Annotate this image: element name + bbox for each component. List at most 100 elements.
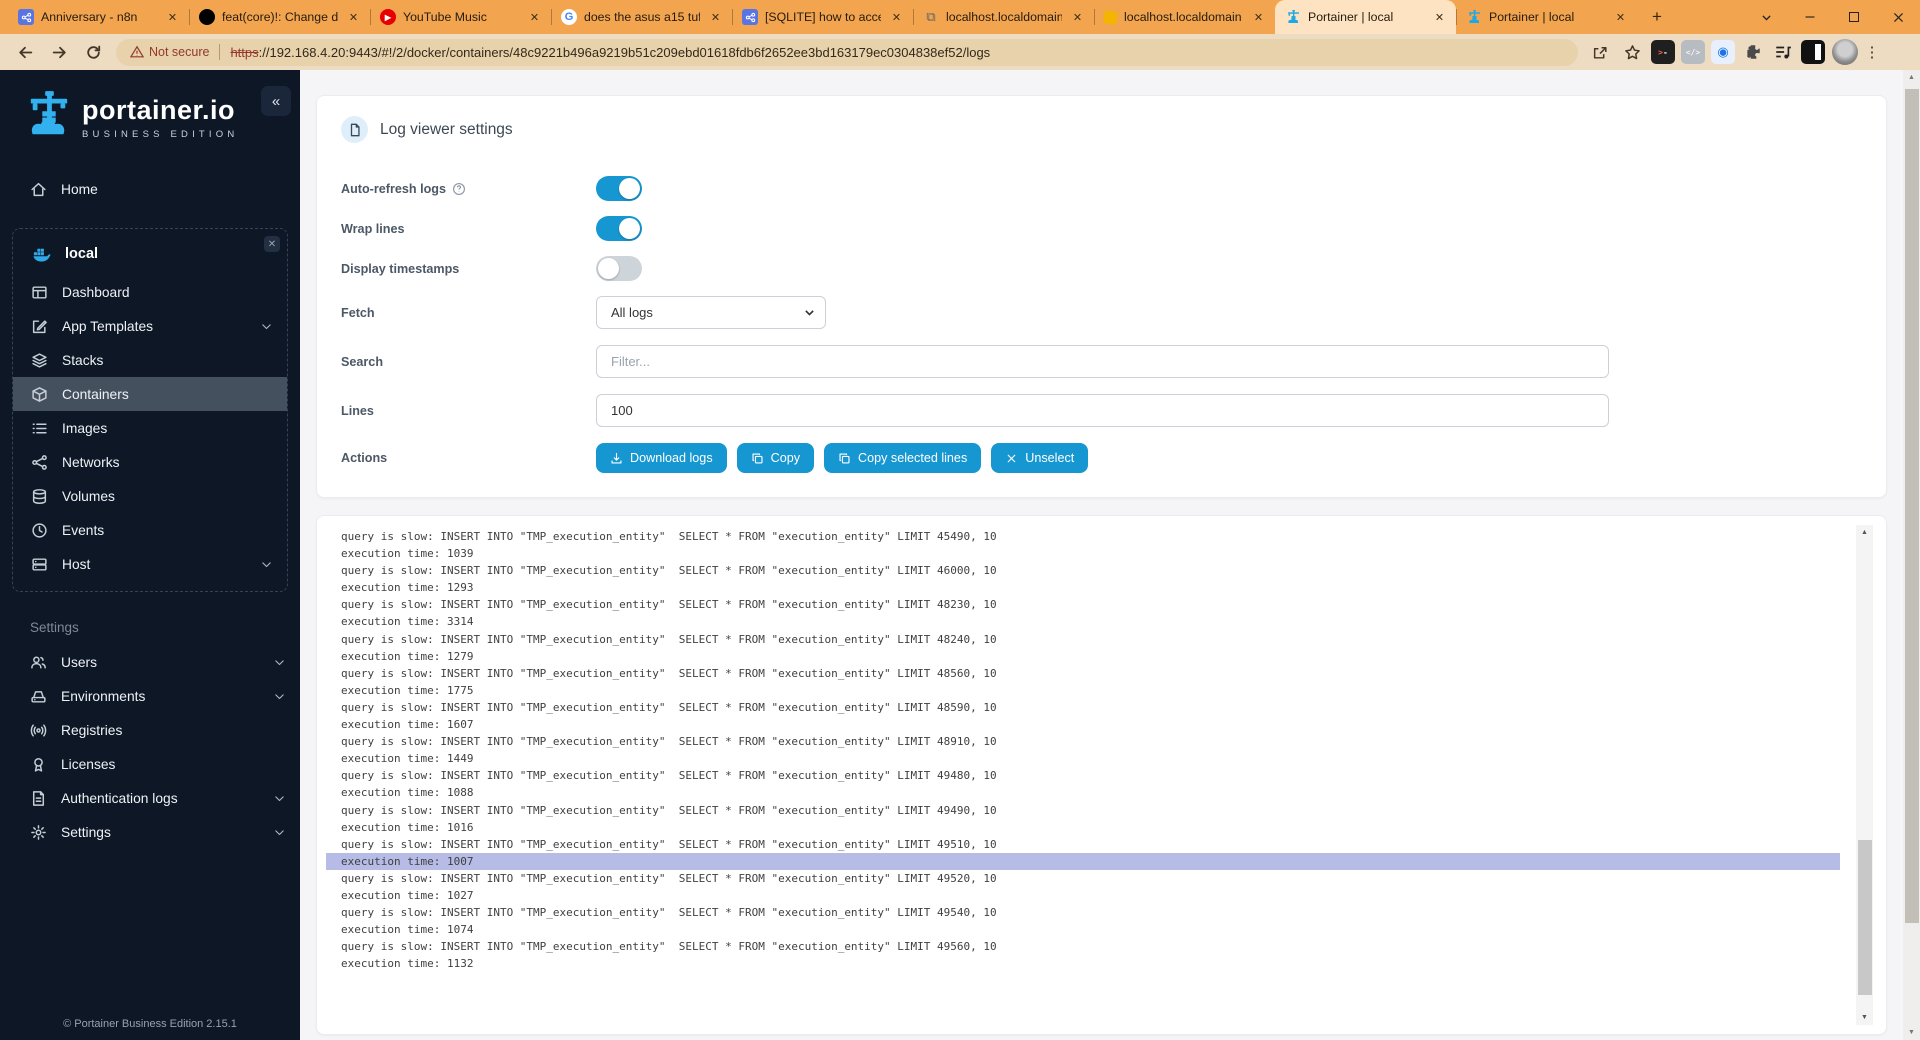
log-scrollbar[interactable]: ▲ ▼: [1856, 525, 1873, 1025]
sidebar-item-events[interactable]: Events: [13, 513, 287, 547]
log-line[interactable]: execution time: 1279: [326, 648, 1840, 665]
sidebar-item-containers[interactable]: Containers: [13, 377, 287, 411]
log-line[interactable]: execution time: 1088: [326, 784, 1840, 801]
log-line[interactable]: query is slow: INSERT INTO "TMP_executio…: [326, 528, 1840, 545]
page-scrollbar-thumb[interactable]: [1904, 89, 1919, 924]
tab-close-icon[interactable]: ✕: [345, 9, 362, 26]
log-line[interactable]: query is slow: INSERT INTO "TMP_executio…: [326, 802, 1840, 819]
log-line[interactable]: query is slow: INSERT INTO "TMP_executio…: [326, 562, 1840, 579]
copy-selected-lines-button[interactable]: Copy selected lines: [824, 443, 982, 473]
sidebar-item-settings[interactable]: Settings: [0, 815, 300, 849]
code-extension-icon[interactable]: </>: [1681, 40, 1705, 64]
forward-button[interactable]: [45, 38, 73, 66]
browser-tab-sqlite-how-to-acces[interactable]: [SQLITE] how to acces ✕: [732, 0, 913, 34]
scroll-up-arrow-icon[interactable]: ▲: [1856, 525, 1873, 540]
sidebar-item-licenses[interactable]: Licenses: [0, 747, 300, 781]
tab-close-icon[interactable]: ✕: [164, 9, 181, 26]
log-line[interactable]: execution time: 1039: [326, 545, 1840, 562]
sidebar-item-dashboard[interactable]: Dashboard: [13, 275, 287, 309]
browser-tab-localhost-localdomain[interactable]: localhost.localdomain ✕: [1094, 0, 1275, 34]
tab-close-icon[interactable]: ✕: [707, 9, 724, 26]
log-line[interactable]: query is slow: INSERT INTO "TMP_executio…: [326, 870, 1840, 887]
page-scroll-up-icon[interactable]: ▲: [1903, 70, 1920, 85]
log-line[interactable]: query is slow: INSERT INTO "TMP_executio…: [326, 733, 1840, 750]
sidebar-item-networks[interactable]: Networks: [13, 445, 287, 479]
tab-close-icon[interactable]: ✕: [888, 9, 905, 26]
log-line[interactable]: query is slow: INSERT INTO "TMP_executio…: [326, 596, 1840, 613]
log-line[interactable]: execution time: 1016: [326, 819, 1840, 836]
log-line[interactable]: query is slow: INSERT INTO "TMP_executio…: [326, 836, 1840, 853]
log-line[interactable]: query is slow: INSERT INTO "TMP_executio…: [326, 938, 1840, 955]
sidebar-item-app-templates[interactable]: App Templates: [13, 309, 287, 343]
browser-tab-portainer-local[interactable]: Portainer | local ✕: [1456, 0, 1637, 34]
log-line[interactable]: query is slow: INSERT INTO "TMP_executio…: [326, 904, 1840, 921]
browser-tab-portainer-local[interactable]: Portainer | local ✕: [1275, 0, 1456, 34]
environment-header[interactable]: local: [13, 235, 287, 275]
help-icon[interactable]: [452, 182, 466, 196]
log-line[interactable]: query is slow: INSERT INTO "TMP_executio…: [326, 767, 1840, 784]
log-line[interactable]: query is slow: INSERT INTO "TMP_executio…: [326, 631, 1840, 648]
tab-close-icon[interactable]: ✕: [526, 9, 543, 26]
fetch-select[interactable]: All logs: [596, 296, 826, 329]
terminal-extension-icon[interactable]: > -: [1651, 40, 1675, 64]
wrap-lines-toggle[interactable]: [596, 216, 642, 241]
reload-button[interactable]: [79, 38, 107, 66]
page-scroll-down-icon[interactable]: ▼: [1903, 1025, 1920, 1040]
lines-input[interactable]: [596, 394, 1609, 427]
sidebar-item-environments[interactable]: Environments: [0, 679, 300, 713]
unselect-button[interactable]: Unselect: [991, 443, 1089, 473]
back-button[interactable]: [11, 38, 39, 66]
sidebar-item-volumes[interactable]: Volumes: [13, 479, 287, 513]
sidebar-item-registries[interactable]: Registries: [0, 713, 300, 747]
minimize-button[interactable]: [1788, 0, 1832, 34]
sidebar-extension-icon[interactable]: [1801, 40, 1825, 64]
log-line[interactable]: execution time: 1607: [326, 716, 1840, 733]
log-line-selected[interactable]: execution time: 1007: [326, 852, 1840, 870]
scroll-down-arrow-icon[interactable]: ▼: [1856, 1010, 1873, 1025]
copy-button[interactable]: Copy: [736, 443, 815, 473]
log-line[interactable]: execution time: 1775: [326, 682, 1840, 699]
log-line[interactable]: query is slow: INSERT INTO "TMP_executio…: [326, 699, 1840, 716]
tab-search-chevron-icon[interactable]: [1744, 0, 1788, 34]
close-window-button[interactable]: [1876, 0, 1920, 34]
browser-menu-icon[interactable]: ⋮: [1862, 38, 1882, 66]
environment-close-icon[interactable]: ✕: [264, 236, 280, 252]
page-scrollbar[interactable]: ▲ ▼: [1903, 70, 1920, 1040]
tab-close-icon[interactable]: ✕: [1431, 9, 1448, 26]
log-line[interactable]: execution time: 1449: [326, 750, 1840, 767]
security-status[interactable]: Not secure: [130, 45, 209, 59]
recorder-extension-icon[interactable]: ◉: [1711, 40, 1735, 64]
sidebar-collapse-button[interactable]: «: [261, 86, 291, 116]
auto-refresh-toggle[interactable]: [596, 176, 642, 201]
tab-close-icon[interactable]: ✕: [1069, 9, 1086, 26]
browser-tab-does-the-asus-a15-tuf[interactable]: Gdoes the asus a15 tuf ✕: [551, 0, 732, 34]
browser-tab-feat-core-change-da[interactable]: feat(core)!: Change da ✕: [189, 0, 370, 34]
tab-close-icon[interactable]: ✕: [1612, 9, 1629, 26]
share-icon[interactable]: [1586, 38, 1614, 66]
sidebar-item-home[interactable]: Home: [0, 172, 300, 206]
log-line[interactable]: execution time: 1074: [326, 921, 1840, 938]
url-bar[interactable]: Not secure https://192.168.4.20:9443/#!/…: [116, 38, 1578, 66]
browser-tab-anniversary-n8n[interactable]: Anniversary - n8n ✕: [8, 0, 189, 34]
download-logs-button[interactable]: Download logs: [596, 443, 727, 473]
log-line[interactable]: execution time: 1293: [326, 579, 1840, 596]
extensions-puzzle-icon[interactable]: [1741, 40, 1765, 64]
tab-close-icon[interactable]: ✕: [1250, 9, 1267, 26]
music-queue-extension-icon[interactable]: [1771, 40, 1795, 64]
browser-tab-youtube-music[interactable]: ▶ YouTube Music ✕: [370, 0, 551, 34]
display-timestamps-toggle[interactable]: [596, 256, 642, 281]
browser-tab-localhost-localdomain[interactable]: ⧉ localhost.localdomain ✕: [913, 0, 1094, 34]
sidebar-item-users[interactable]: Users: [0, 645, 300, 679]
log-line[interactable]: execution time: 3314: [326, 613, 1840, 630]
sidebar-item-images[interactable]: Images: [13, 411, 287, 445]
sidebar-item-host[interactable]: Host: [13, 547, 287, 581]
new-tab-button[interactable]: +: [1643, 3, 1671, 31]
log-scrollbar-thumb[interactable]: [1857, 840, 1872, 995]
profile-avatar[interactable]: [1832, 39, 1858, 65]
log-line[interactable]: execution time: 1132: [326, 955, 1840, 972]
sidebar-item-authentication-logs[interactable]: Authentication logs: [0, 781, 300, 815]
bookmark-star-icon[interactable]: [1618, 38, 1646, 66]
maximize-button[interactable]: [1832, 0, 1876, 34]
log-line[interactable]: query is slow: INSERT INTO "TMP_executio…: [326, 665, 1840, 682]
search-input[interactable]: [596, 345, 1609, 378]
